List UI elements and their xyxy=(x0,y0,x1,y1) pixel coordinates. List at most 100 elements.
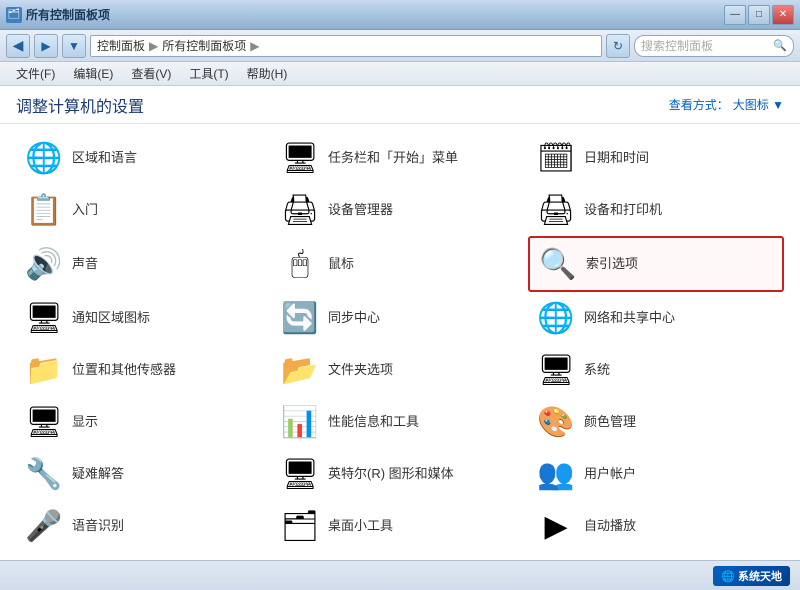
icon-image-mouse: 🖱 xyxy=(282,246,318,282)
icon-label-mouse: 鼠标 xyxy=(328,256,354,273)
icon-grid: 🌐区域和语言🖥任务栏和「开始」菜单🗓日期和时间📋入门🖨设备管理器🖨设备和打印机🔊… xyxy=(16,132,784,552)
icon-image-user-accounts: 👥 xyxy=(538,456,574,492)
icon-label-getting-started: 入门 xyxy=(72,202,98,219)
menu-file[interactable]: 文件(F) xyxy=(8,63,63,84)
icon-label-perf-info: 性能信息和工具 xyxy=(328,414,419,431)
icon-image-sync-center: 🔄 xyxy=(282,300,318,336)
path-separator: ▶ xyxy=(149,39,158,53)
icon-item-location-sensors[interactable]: 📁 位置和其他传感器 xyxy=(16,344,272,396)
icon-item-region-lang[interactable]: 🌐区域和语言 xyxy=(16,132,272,184)
title-bar-left: 🗂 所有控制面板项 xyxy=(6,6,110,23)
icon-label-system: 系统 xyxy=(584,362,610,379)
icon-label-notification-area: 通知区域图标 xyxy=(72,310,150,327)
icon-item-indexing-options[interactable]: 🔍 索引选项 xyxy=(528,236,784,292)
icon-image-getting-started: 📋 xyxy=(26,192,62,228)
icon-item-device-manager[interactable]: 🖨设备管理器 xyxy=(272,184,528,236)
path-arrow: ▶ xyxy=(250,39,259,53)
dropdown-button[interactable]: ▼ xyxy=(62,34,86,58)
watermark-icon: 🌐 xyxy=(721,571,735,583)
refresh-button[interactable]: ↻ xyxy=(606,34,630,58)
icon-grid-wrapper: 🌐区域和语言🖥任务栏和「开始」菜单🗓日期和时间📋入门🖨设备管理器🖨设备和打印机🔊… xyxy=(0,124,800,560)
title-controls: — □ ✕ xyxy=(724,5,794,25)
icon-item-autoplay[interactable]: ▶ 自动播放 xyxy=(528,500,784,552)
menu-help[interactable]: 帮助(H) xyxy=(239,63,296,84)
window-icon: 🗂 xyxy=(6,7,22,23)
icon-item-troubleshoot[interactable]: 🔧疑难解答 xyxy=(16,448,272,500)
icon-label-sound: 声音 xyxy=(72,256,98,273)
icon-label-indexing-options: 索引选项 xyxy=(586,256,638,273)
icon-label-folder-options: 文件夹选项 xyxy=(328,362,393,379)
icon-image-color-mgmt: 🎨 xyxy=(538,404,574,440)
main-body: 调整计算机的设置 查看方式： 大图标 ▼ 🌐区域和语言🖥任务栏和「开始」菜单🗓日… xyxy=(0,86,800,560)
icon-label-location-sensors: 位置和其他传感器 xyxy=(72,362,176,379)
icon-label-intel-media: 英特尔(R) 图形和媒体 xyxy=(328,466,454,483)
icon-image-intel-media: 🖥 xyxy=(282,456,318,492)
forward-button[interactable]: ▶ xyxy=(34,34,58,58)
watermark: 🌐 系统天地 xyxy=(713,566,790,586)
icon-item-speech-recog[interactable]: 🎤 语音识别 xyxy=(16,500,272,552)
icon-image-location-sensors: 📁 xyxy=(26,352,62,388)
icon-label-date-time: 日期和时间 xyxy=(584,150,649,167)
icon-image-gadgets: 🗂 xyxy=(282,508,318,544)
icon-item-sync-center[interactable]: 🔄 同步中心 xyxy=(272,292,528,344)
menu-view[interactable]: 查看(V) xyxy=(123,63,179,84)
icon-image-system: 🖥 xyxy=(538,352,574,388)
icon-item-gadgets[interactable]: 🗂 桌面小工具 xyxy=(272,500,528,552)
icon-item-perf-info[interactable]: 📊 性能信息和工具 xyxy=(272,396,528,448)
icon-item-taskbar-start[interactable]: 🖥任务栏和「开始」菜单 xyxy=(272,132,528,184)
icon-label-display: 显示 xyxy=(72,414,98,431)
icon-label-region-lang: 区域和语言 xyxy=(72,150,137,167)
icon-image-folder-options: 📂 xyxy=(282,352,318,388)
minimize-button[interactable]: — xyxy=(724,5,746,25)
window-title: 所有控制面板项 xyxy=(26,6,110,23)
icon-label-speech-recog: 语音识别 xyxy=(72,518,124,535)
close-button[interactable]: ✕ xyxy=(772,5,794,25)
icon-image-network-sharing: 🌐 xyxy=(538,300,574,336)
content-header: 调整计算机的设置 查看方式： 大图标 ▼ xyxy=(0,86,800,124)
address-bar: ◀ ▶ ▼ 控制面板 ▶ 所有控制面板项 ▶ ↻ 搜索控制面板 🔍 xyxy=(0,30,800,62)
view-option[interactable]: 查看方式： 大图标 ▼ xyxy=(669,96,784,113)
path-segment-1: 控制面板 xyxy=(97,37,145,54)
icon-label-devices-printers: 设备和打印机 xyxy=(584,202,662,219)
address-path[interactable]: 控制面板 ▶ 所有控制面板项 ▶ xyxy=(90,35,602,57)
icon-item-date-time[interactable]: 🗓日期和时间 xyxy=(528,132,784,184)
page-title: 调整计算机的设置 xyxy=(16,93,144,117)
watermark-label: 系统天地 xyxy=(738,571,782,583)
icon-image-speech-recog: 🎤 xyxy=(26,508,62,544)
path-segment-2: 所有控制面板项 xyxy=(162,37,246,54)
icon-image-autoplay: ▶ xyxy=(538,508,574,544)
icon-item-getting-started[interactable]: 📋 入门 xyxy=(16,184,272,236)
search-box[interactable]: 搜索控制面板 🔍 xyxy=(634,35,794,57)
icon-image-display: 🖥 xyxy=(26,404,62,440)
back-button[interactable]: ◀ xyxy=(6,34,30,58)
icon-item-user-accounts[interactable]: 👥用户帐户 xyxy=(528,448,784,500)
icon-label-autoplay: 自动播放 xyxy=(584,518,636,535)
icon-item-system[interactable]: 🖥 系统 xyxy=(528,344,784,396)
icon-item-sound[interactable]: 🔊 声音 xyxy=(16,236,272,292)
icon-image-devices-printers: 🖨 xyxy=(538,192,574,228)
icon-item-network-sharing[interactable]: 🌐 网络和共享中心 xyxy=(528,292,784,344)
menu-bar: 文件(F) 编辑(E) 查看(V) 工具(T) 帮助(H) xyxy=(0,62,800,86)
icon-image-indexing-options: 🔍 xyxy=(540,246,576,282)
icon-item-display[interactable]: 🖥 显示 xyxy=(16,396,272,448)
icon-item-mouse[interactable]: 🖱 鼠标 xyxy=(272,236,528,292)
icon-label-gadgets: 桌面小工具 xyxy=(328,518,393,535)
icon-item-notification-area[interactable]: 🖥通知区域图标 xyxy=(16,292,272,344)
icon-item-folder-options[interactable]: 📂 文件夹选项 xyxy=(272,344,528,396)
view-mode[interactable]: 大图标 ▼ xyxy=(733,96,784,113)
icon-item-devices-printers[interactable]: 🖨 设备和打印机 xyxy=(528,184,784,236)
view-label: 查看方式： xyxy=(669,96,729,113)
search-icon: 🔍 xyxy=(773,39,787,52)
menu-tools[interactable]: 工具(T) xyxy=(181,63,236,84)
icon-label-taskbar-start: 任务栏和「开始」菜单 xyxy=(328,150,458,167)
icon-label-network-sharing: 网络和共享中心 xyxy=(584,310,675,327)
icon-item-intel-media[interactable]: 🖥 英特尔(R) 图形和媒体 xyxy=(272,448,528,500)
watermark-badge: 🌐 系统天地 xyxy=(713,566,790,586)
menu-edit[interactable]: 编辑(E) xyxy=(65,63,121,84)
icon-item-color-mgmt[interactable]: 🎨颜色管理 xyxy=(528,396,784,448)
icon-image-sound: 🔊 xyxy=(26,246,62,282)
icon-image-perf-info: 📊 xyxy=(282,404,318,440)
maximize-button[interactable]: □ xyxy=(748,5,770,25)
icon-label-sync-center: 同步中心 xyxy=(328,310,380,327)
icon-label-device-manager: 设备管理器 xyxy=(328,202,393,219)
